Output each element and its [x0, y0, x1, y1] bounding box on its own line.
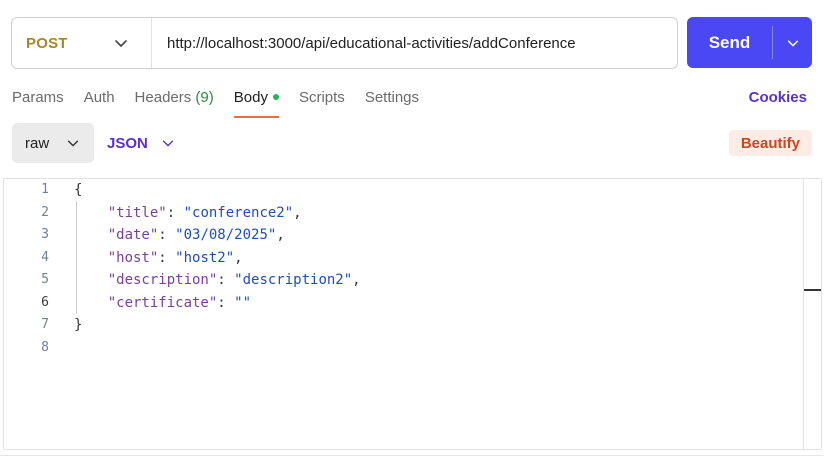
chevron-down-icon	[115, 40, 127, 47]
json-comma: ,	[276, 227, 285, 243]
tab-auth[interactable]: Auth	[84, 87, 115, 118]
json-value: ""	[234, 294, 252, 311]
beautify-button[interactable]: Beautify	[728, 130, 812, 156]
tab-label: Body	[233, 89, 268, 106]
body-mode-label: raw	[25, 134, 50, 152]
divider	[0, 455, 824, 456]
chevron-down-icon	[787, 39, 798, 46]
tab-scripts[interactable]: Scripts	[299, 87, 345, 118]
request-tabs: Params Auth Headers (9) Body Scripts Set…	[12, 87, 439, 119]
json-comma: ,	[352, 272, 361, 288]
code-line: "title": "conference2",	[107, 204, 302, 221]
chevron-down-icon	[67, 140, 79, 147]
code-line: }	[74, 314, 361, 337]
code-content: { "title": "conference2", "date": "03/08…	[74, 179, 361, 359]
json-key: "certificate"	[107, 294, 218, 311]
language-label: JSON	[107, 134, 148, 152]
language-select[interactable]: JSON	[107, 123, 175, 163]
json-value: "description2"	[234, 272, 353, 288]
line-number: 6	[41, 294, 49, 310]
method-select[interactable]: POST	[12, 18, 152, 68]
code-line: {	[74, 179, 361, 202]
tab-label: Auth	[83, 89, 115, 106]
send-options-button[interactable]	[773, 17, 812, 68]
json-key: "date"	[107, 227, 159, 243]
tab-label: Headers	[134, 89, 192, 106]
line-number: 2	[41, 204, 49, 220]
editor-scrollbar[interactable]	[803, 179, 821, 449]
json-comma: ,	[293, 204, 302, 221]
json-value: "host2"	[175, 249, 235, 266]
json-key: "host"	[107, 249, 159, 266]
line-number-gutter: 1 2 3 4 5 6 7 8	[4, 179, 54, 359]
code-line: "host": "host2",	[107, 249, 243, 266]
line-number: 5	[41, 272, 49, 287]
line-number: 4	[41, 249, 49, 265]
json-value: "03/08/2025"	[175, 227, 277, 243]
line-number: 8	[41, 339, 49, 355]
brace-close: }	[74, 317, 83, 333]
tab-label: Settings	[364, 89, 420, 106]
send-button-group: Send	[687, 17, 812, 68]
line-number: 1	[41, 182, 49, 197]
url-bar: POST	[11, 17, 678, 69]
code-line: "date": "03/08/2025",	[107, 227, 285, 243]
line-number: 3	[41, 227, 49, 242]
headers-count: (9)	[195, 89, 214, 106]
tab-params[interactable]: Params	[12, 87, 64, 118]
tab-body[interactable]: Body	[233, 87, 279, 118]
code-editor[interactable]: 1 2 3 4 5 6 7 8 { "title": "conference2"…	[3, 178, 822, 450]
tab-settings[interactable]: Settings	[365, 87, 419, 118]
brace-open: {	[74, 182, 83, 198]
json-comma: ,	[234, 249, 243, 266]
tab-label: Scripts	[298, 89, 345, 106]
cookies-link[interactable]: Cookies	[749, 89, 807, 106]
tab-label: Params	[12, 89, 64, 106]
chevron-down-icon	[162, 140, 173, 147]
tab-headers[interactable]: Headers (9)	[135, 87, 214, 118]
line-number: 7	[41, 317, 49, 332]
code-line: "description": "description2",	[107, 272, 361, 288]
method-label: POST	[26, 34, 68, 52]
body-mode-select[interactable]: raw	[12, 123, 94, 163]
code-line: "certificate": ""	[107, 294, 252, 311]
url-input[interactable]	[152, 18, 677, 68]
send-button[interactable]: Send	[687, 17, 772, 68]
scrollbar-thumb[interactable]	[804, 289, 821, 291]
json-key: "title"	[107, 204, 167, 221]
json-key: "description"	[107, 272, 218, 288]
body-modified-dot	[272, 94, 279, 101]
json-value: "conference2"	[183, 204, 294, 221]
